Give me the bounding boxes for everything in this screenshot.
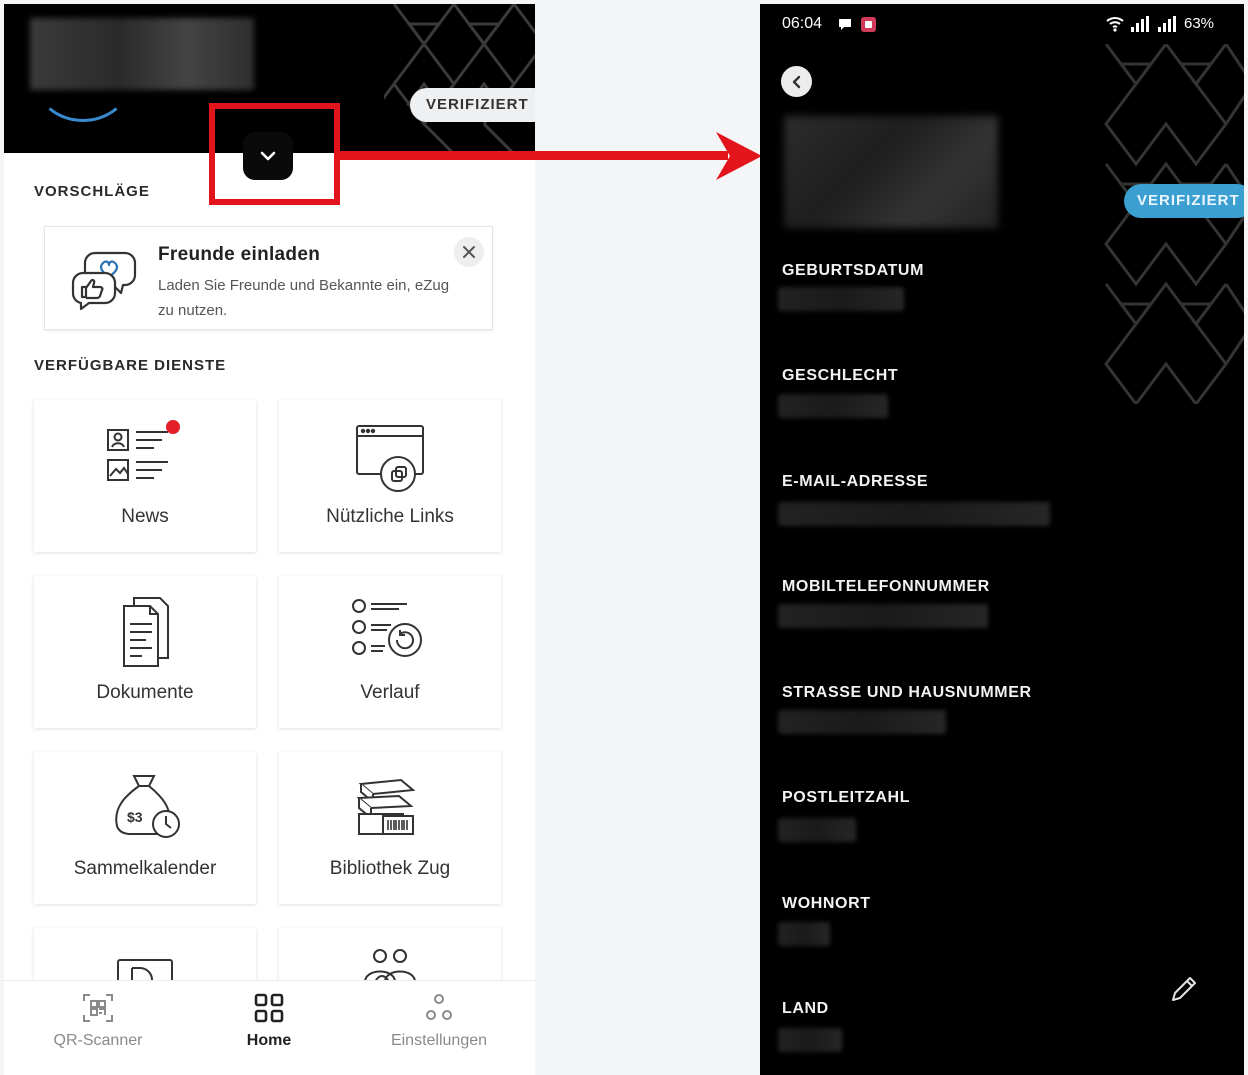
bottom-navigation: QR-Scanner Home Einstellungen (4, 980, 535, 1075)
service-label: Verlauf (360, 682, 420, 703)
signal-icon (1158, 16, 1176, 32)
wifi-icon (1106, 17, 1124, 32)
field-label-mobile: MOBILTELEFONNUMMER (782, 578, 990, 595)
notification-dot (166, 420, 180, 434)
verified-badge: VERIFIZIERT (410, 88, 535, 122)
back-button[interactable] (781, 66, 812, 97)
field-label-city: WOHNORT (782, 895, 871, 912)
verified-badge: VERIFIZIERT (1124, 184, 1244, 218)
annotation-highlight-box (209, 103, 340, 205)
signal-icon (1131, 16, 1149, 32)
qr-code-icon (83, 994, 113, 1022)
suggestion-text: Laden Sie Freunde und Bekannte ein, eZug… (158, 277, 450, 319)
header-pattern (1104, 44, 1244, 404)
edit-button[interactable] (1164, 969, 1204, 1009)
document-icon (123, 597, 169, 667)
service-label: News (121, 506, 169, 527)
grid-icon (254, 993, 284, 1023)
news-icon (107, 420, 180, 481)
service-tile-history[interactable]: Verlauf (279, 576, 501, 728)
field-label-street: STRASSE UND HAUSNUMMER (782, 684, 1032, 701)
service-label: Dokumente (96, 682, 194, 703)
profile-name-redacted (784, 116, 998, 228)
chevron-left-icon (792, 75, 800, 88)
service-tile-news[interactable]: News (34, 400, 256, 552)
field-value-redacted (778, 818, 856, 842)
books-icon (356, 778, 416, 835)
settings-nodes-icon (426, 994, 452, 1020)
avatar (36, 44, 130, 122)
suggestion-close-button[interactable] (454, 237, 484, 267)
browser-link-icon (356, 425, 424, 492)
field-label-email: E-MAIL-ADRESSE (782, 473, 929, 490)
field-value-redacted (778, 1028, 842, 1052)
service-label: Nützliche Links (326, 506, 454, 527)
recording-icon (861, 17, 876, 32)
field-label-gender: GESCHLECHT (782, 367, 899, 384)
nav-home[interactable]: Home (194, 981, 344, 1075)
service-tile-library[interactable]: Bibliothek Zug (279, 752, 501, 904)
battery-level: 63% (1184, 15, 1215, 32)
field-value-redacted (778, 604, 988, 628)
service-tile-documents[interactable]: Dokumente (34, 576, 256, 728)
right-phone-screen: 06:04 63% VERIFIZIERT GEBURTSDATUM GESCH… (760, 4, 1244, 1075)
close-icon (463, 246, 475, 258)
service-tile-links[interactable]: Nützliche Links (279, 400, 501, 552)
invite-friends-icon (69, 247, 139, 316)
field-value-redacted (778, 502, 1050, 526)
nav-settings[interactable]: Einstellungen (364, 981, 514, 1075)
nav-qr-scanner[interactable]: QR-Scanner (23, 981, 173, 1075)
suggestion-card[interactable]: Freunde einladen Laden Sie Freunde und B… (44, 226, 493, 330)
pencil-icon (1172, 977, 1196, 1001)
chat-icon (839, 19, 851, 30)
annotation-arrow (336, 132, 762, 180)
field-label-birthdate: GEBURTSDATUM (782, 262, 925, 279)
suggestions-heading: VORSCHLÄGE (34, 183, 150, 200)
service-label: Bibliothek Zug (329, 858, 451, 879)
suggestion-title: Freunde einladen (158, 244, 321, 265)
money-bag-clock-icon: $3 (115, 775, 180, 838)
field-value-redacted (778, 394, 888, 418)
nav-label: Home (246, 1032, 292, 1049)
nav-label: QR-Scanner (53, 1032, 143, 1049)
service-label: Sammelkalender (73, 858, 217, 879)
field-label-country: LAND (782, 1000, 829, 1017)
services-heading: VERFÜGBARE DIENSTE (34, 357, 227, 374)
field-value-redacted (778, 922, 830, 946)
field-label-postal-code: POSTLEITZAHL (782, 789, 911, 806)
field-value-redacted (778, 710, 946, 734)
svg-text:$3: $3 (127, 809, 143, 825)
history-list-icon (352, 599, 422, 657)
nav-label: Einstellungen (390, 1032, 488, 1049)
field-value-redacted (778, 287, 904, 311)
status-time: 06:04 (782, 15, 823, 32)
service-tile-collection-calendar[interactable]: $3 Sammelkalender (34, 752, 256, 904)
